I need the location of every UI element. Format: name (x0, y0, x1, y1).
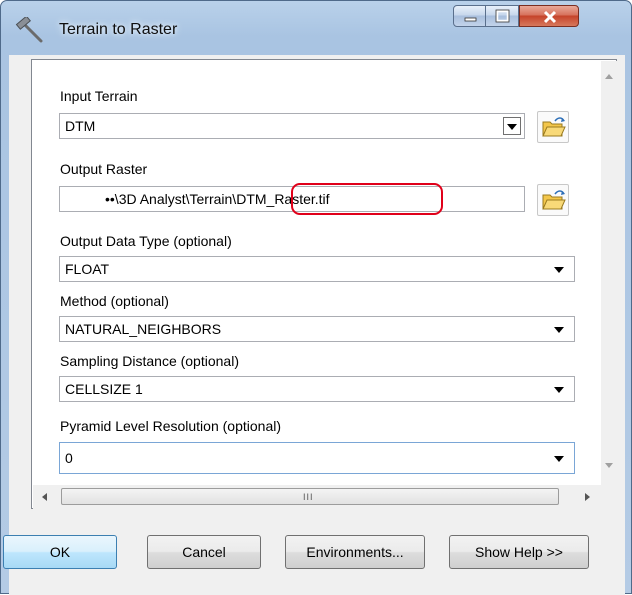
title-bar[interactable]: Terrain to Raster (1, 1, 631, 55)
show-help-button[interactable]: Show Help >> (449, 535, 589, 569)
close-icon (543, 10, 557, 24)
output-data-type-select[interactable]: FLOAT (59, 256, 575, 282)
chevron-down-icon (554, 456, 564, 462)
horizontal-scrollbar[interactable]: III (33, 485, 601, 509)
folder-open-icon (542, 190, 566, 210)
cancel-button[interactable]: Cancel (147, 535, 261, 569)
sampling-distance-value: CELLSIZE 1 (65, 381, 143, 397)
scroll-left-icon (42, 493, 47, 501)
parameters-panel: Input Terrain DTM Output Raster ••\3D An… (31, 59, 617, 509)
maximize-icon (495, 9, 510, 23)
sampling-distance-select[interactable]: CELLSIZE 1 (59, 376, 575, 402)
minimize-button[interactable] (453, 5, 486, 27)
scrollbar-corner (601, 485, 617, 509)
scroll-up-icon (605, 74, 613, 79)
chevron-down-icon (507, 124, 517, 130)
hammer-icon (13, 15, 47, 43)
maximize-button[interactable] (486, 5, 519, 27)
pyramid-level-value: 0 (65, 450, 73, 466)
horizontal-scroll-thumb[interactable]: III (61, 488, 559, 505)
vertical-scrollbar[interactable] (601, 61, 617, 485)
chevron-down-icon (554, 387, 564, 393)
method-select[interactable]: NATURAL_NEIGHBORS (59, 316, 575, 342)
dialog-client-area: Input Terrain DTM Output Raster ••\3D An… (3, 55, 625, 595)
ok-button[interactable]: OK (3, 535, 117, 569)
close-button[interactable] (519, 5, 579, 27)
input-terrain-combo[interactable]: DTM (59, 113, 525, 139)
chevron-down-icon (554, 267, 564, 273)
output-data-type-value: FLOAT (65, 261, 110, 277)
folder-open-icon (542, 117, 566, 137)
minimize-icon (464, 17, 477, 22)
output-raster-browse-button[interactable] (537, 184, 569, 216)
scroll-down-icon (605, 463, 613, 468)
window-title: Terrain to Raster (59, 21, 178, 38)
output-data-type-label: Output Data Type (optional) (60, 233, 232, 249)
sampling-distance-label: Sampling Distance (optional) (60, 353, 239, 369)
filename-highlight (291, 183, 443, 215)
chevron-down-icon (554, 327, 564, 333)
input-terrain-value: DTM (65, 118, 96, 134)
scroll-right-icon (585, 493, 590, 501)
pyramid-level-select[interactable]: 0 (59, 442, 575, 474)
output-raster-label: Output Raster (60, 161, 148, 177)
input-terrain-browse-button[interactable] (537, 111, 569, 143)
environments-button[interactable]: Environments... (285, 535, 425, 569)
dialog-window: Terrain to Raster Input Terrain DTM Outp… (0, 0, 632, 595)
method-label: Method (optional) (60, 293, 169, 309)
output-raster-path: ••\3D Analyst\Terrain\ (105, 191, 237, 207)
pyramid-level-label: Pyramid Level Resolution (optional) (60, 418, 281, 434)
input-terrain-label: Input Terrain (60, 88, 138, 104)
input-terrain-dropdown-button[interactable] (503, 117, 521, 135)
scroll-grip: III (303, 492, 314, 502)
method-value: NATURAL_NEIGHBORS (65, 321, 222, 337)
